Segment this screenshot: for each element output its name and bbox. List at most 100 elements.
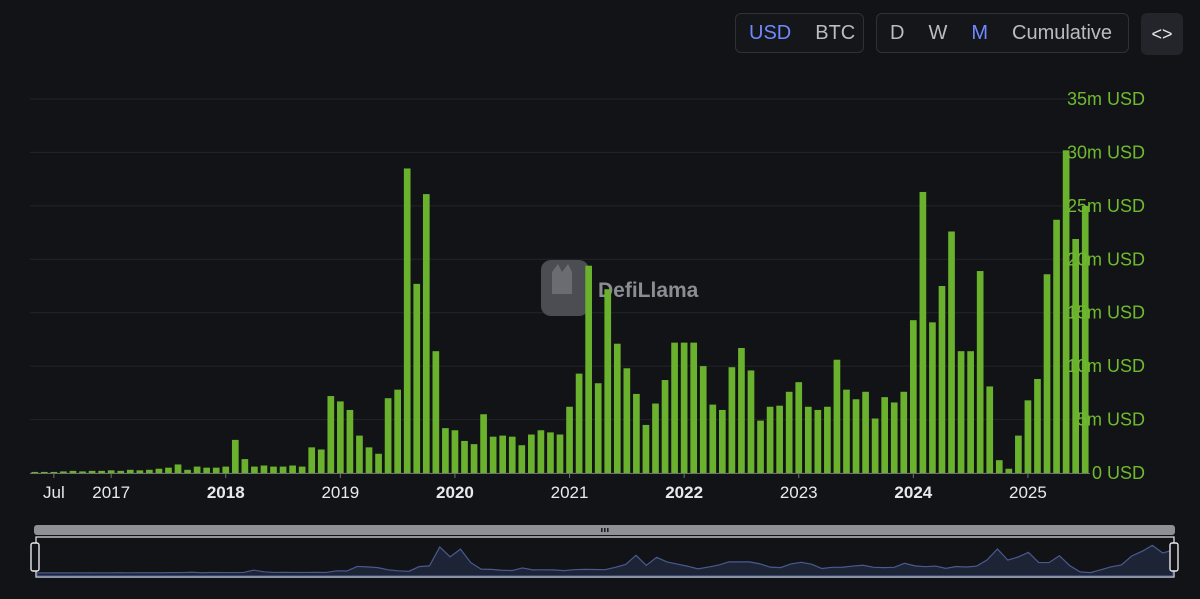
bar[interactable]: [356, 435, 363, 473]
bar[interactable]: [852, 399, 860, 473]
bar[interactable]: [461, 440, 468, 473]
bar[interactable]: [890, 402, 898, 473]
bar[interactable]: [1005, 468, 1013, 473]
bar[interactable]: [690, 342, 698, 473]
bar[interactable]: [1081, 205, 1089, 474]
bar[interactable]: [766, 406, 774, 473]
bar[interactable]: [470, 444, 478, 473]
bar[interactable]: [107, 470, 115, 473]
bar[interactable]: [642, 424, 650, 473]
bar[interactable]: [489, 436, 497, 473]
bar[interactable]: [384, 398, 392, 473]
zoom-brush[interactable]: [30, 525, 1179, 578]
bar[interactable]: [394, 389, 401, 473]
bar[interactable]: [575, 373, 583, 473]
bar[interactable]: [537, 430, 545, 473]
bar[interactable]: [241, 459, 249, 473]
bar[interactable]: [279, 466, 287, 473]
bar[interactable]: [337, 401, 344, 473]
bar[interactable]: [98, 470, 105, 473]
bar[interactable]: [508, 436, 516, 473]
bar[interactable]: [929, 322, 936, 473]
bar[interactable]: [585, 265, 592, 473]
bar[interactable]: [432, 351, 440, 473]
bar[interactable]: [747, 370, 755, 473]
bar[interactable]: [623, 368, 631, 473]
bar[interactable]: [165, 467, 172, 473]
bar[interactable]: [995, 460, 1003, 473]
bar[interactable]: [413, 283, 421, 473]
bar[interactable]: [986, 386, 994, 473]
bar[interactable]: [480, 414, 487, 473]
bar[interactable]: [738, 347, 745, 473]
bar[interactable]: [833, 359, 841, 473]
bar[interactable]: [317, 449, 325, 473]
bar[interactable]: [699, 366, 707, 473]
bar[interactable]: [1015, 435, 1022, 473]
bar[interactable]: [594, 383, 602, 473]
bar[interactable]: [174, 464, 182, 473]
bar[interactable]: [957, 351, 965, 473]
bar[interactable]: [728, 367, 736, 473]
bar[interactable]: [814, 409, 822, 473]
bar[interactable]: [566, 406, 573, 473]
bar[interactable]: [346, 409, 354, 473]
bar[interactable]: [633, 393, 640, 473]
bar[interactable]: [604, 289, 612, 473]
bar[interactable]: [547, 432, 554, 473]
bar[interactable]: [422, 194, 430, 473]
bar[interactable]: [117, 470, 125, 473]
bar[interactable]: [843, 389, 850, 473]
brush-left-handle[interactable]: [30, 542, 40, 572]
bar[interactable]: [499, 435, 507, 473]
bar[interactable]: [556, 434, 564, 473]
bar[interactable]: [231, 439, 239, 473]
bar[interactable]: [222, 466, 230, 473]
bar[interactable]: [251, 466, 258, 473]
bar[interactable]: [451, 430, 459, 473]
bar[interactable]: [1053, 219, 1060, 473]
bar[interactable]: [1034, 378, 1041, 473]
bar[interactable]: [709, 404, 717, 473]
bar[interactable]: [69, 470, 77, 473]
bar[interactable]: [260, 465, 268, 473]
bar[interactable]: [804, 406, 812, 473]
bar[interactable]: [613, 343, 621, 473]
bar[interactable]: [795, 382, 803, 473]
bar[interactable]: [1043, 274, 1051, 473]
bar[interactable]: [442, 428, 449, 473]
bar[interactable]: [680, 342, 688, 473]
bar[interactable]: [136, 470, 144, 473]
bar[interactable]: [193, 466, 201, 473]
bar[interactable]: [50, 471, 58, 473]
bar[interactable]: [948, 231, 955, 474]
bar[interactable]: [308, 447, 316, 473]
bar[interactable]: [146, 469, 153, 473]
bar[interactable]: [289, 465, 296, 473]
bar[interactable]: [518, 445, 526, 473]
bar[interactable]: [40, 471, 48, 473]
bar[interactable]: [184, 469, 191, 473]
bar[interactable]: [1024, 400, 1032, 473]
bar[interactable]: [719, 409, 726, 473]
bar[interactable]: [212, 467, 220, 473]
bar[interactable]: [528, 434, 535, 473]
bar[interactable]: [919, 191, 927, 473]
bar[interactable]: [375, 453, 382, 473]
bar[interactable]: [871, 418, 879, 474]
bar[interactable]: [967, 351, 974, 473]
bar[interactable]: [938, 286, 946, 473]
bar[interactable]: [31, 471, 39, 473]
bar[interactable]: [862, 391, 869, 473]
bar[interactable]: [881, 397, 889, 473]
bar[interactable]: [88, 470, 96, 473]
bar[interactable]: [671, 342, 678, 473]
bar[interactable]: [909, 320, 917, 473]
brush-right-handle[interactable]: [1169, 542, 1179, 572]
bar[interactable]: [785, 391, 793, 473]
bar[interactable]: [365, 447, 373, 473]
bar[interactable]: [126, 469, 134, 473]
bar[interactable]: [155, 468, 163, 473]
bar[interactable]: [900, 391, 908, 473]
bar[interactable]: [270, 466, 277, 473]
